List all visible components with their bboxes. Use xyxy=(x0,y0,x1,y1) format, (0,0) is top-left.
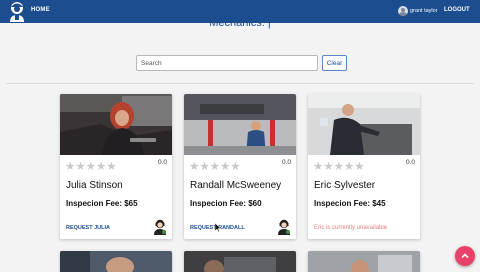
user-avatar[interactable] xyxy=(398,6,408,16)
mechanic-photo xyxy=(60,94,172,155)
rating-value: 0.0 xyxy=(157,159,167,166)
mechanic-photo xyxy=(184,251,296,272)
rating-stars[interactable]: ★★★★★ xyxy=(65,157,117,173)
mechanic-photo xyxy=(308,94,420,155)
page-title: Mechanics: | xyxy=(209,17,271,29)
star-icon[interactable]: ★ xyxy=(199,161,209,173)
star-icon[interactable]: ★ xyxy=(354,161,364,173)
cursor-icon xyxy=(215,223,221,232)
rating-stars[interactable]: ★★★★★ xyxy=(189,157,241,173)
mechanic-photo xyxy=(60,251,172,272)
nav-home-link[interactable]: HOME xyxy=(31,7,50,13)
star-icon[interactable]: ★ xyxy=(230,161,240,173)
divider xyxy=(6,83,474,84)
mechanic-photo xyxy=(184,94,296,155)
inspection-fee: Inspecion Fee: $65 xyxy=(66,199,138,208)
rating-value: 0.0 xyxy=(281,159,291,166)
chevron-up-icon xyxy=(461,253,469,259)
scroll-top-button[interactable] xyxy=(455,246,475,266)
clear-button[interactable]: Clear xyxy=(322,55,347,71)
rating-value: 0.0 xyxy=(405,159,415,166)
mechanic-photo xyxy=(308,251,420,272)
mechanic-avatar-icon xyxy=(154,219,166,235)
star-icon[interactable]: ★ xyxy=(344,161,354,173)
star-icon[interactable]: ★ xyxy=(210,161,220,173)
logout-link[interactable]: LOGOUT xyxy=(444,7,470,13)
unavailable-notice: Eric is currently unavailable xyxy=(314,225,388,231)
rating-stars[interactable]: ★★★★★ xyxy=(313,157,365,173)
mechanic-name: Randall McSweeney xyxy=(190,180,282,191)
inspection-fee: Inspecion Fee: $45 xyxy=(314,199,386,208)
search-input[interactable] xyxy=(136,55,318,71)
user-name[interactable]: grant taylor xyxy=(410,8,438,14)
star-icon[interactable]: ★ xyxy=(313,161,323,173)
star-icon[interactable]: ★ xyxy=(86,161,96,173)
inspection-fee: Inspecion Fee: $60 xyxy=(190,199,262,208)
mechanic-name: Julia Stinson xyxy=(66,180,123,191)
star-icon[interactable]: ★ xyxy=(334,161,344,173)
star-icon[interactable]: ★ xyxy=(75,161,85,173)
star-icon[interactable]: ★ xyxy=(220,161,230,173)
request-julia-button[interactable]: REQUEST JULIA xyxy=(66,225,110,231)
star-icon[interactable]: ★ xyxy=(323,161,333,173)
mechanic-avatar-icon xyxy=(278,219,290,235)
star-icon[interactable]: ★ xyxy=(96,161,106,173)
mechanic-card: ★★★★★ 0.0 Randall McSweeney Inspecion Fe… xyxy=(184,94,296,239)
mechanic-card: ★★★★★ 0.0 Julia Stinson Inspecion Fee: $… xyxy=(60,94,172,239)
star-icon[interactable]: ★ xyxy=(189,161,199,173)
star-icon[interactable]: ★ xyxy=(65,161,75,173)
mechanic-card: ★★★★★ 0.0 Eric Sylvester Inspecion Fee: … xyxy=(308,94,420,239)
mechanic-name: Eric Sylvester xyxy=(314,180,376,191)
star-icon[interactable]: ★ xyxy=(106,161,116,173)
